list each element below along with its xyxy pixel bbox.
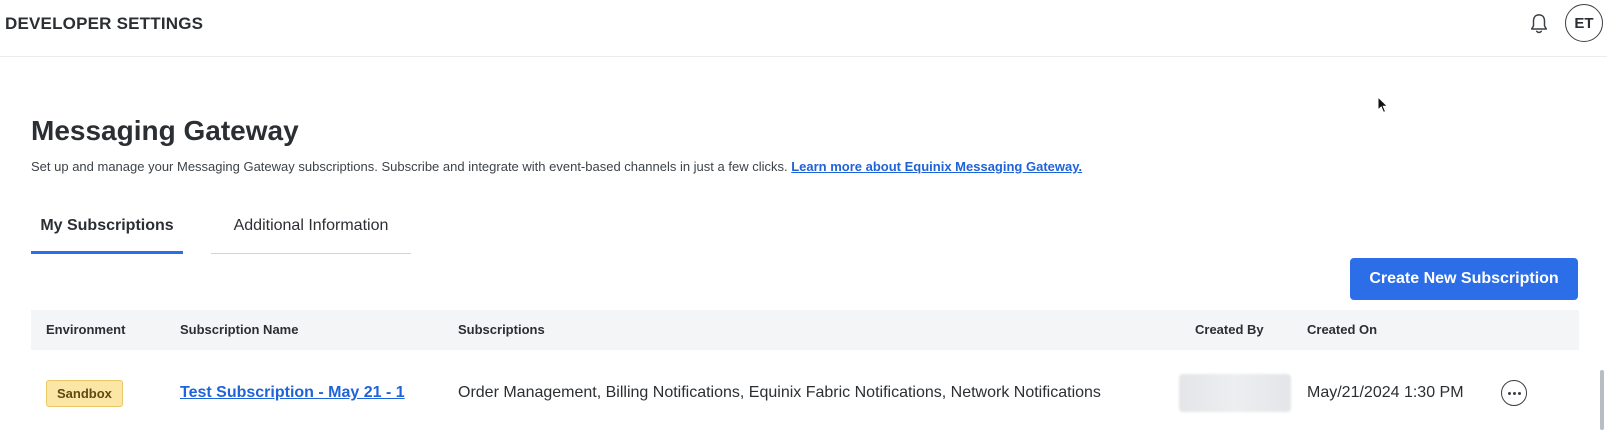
page-description: Set up and manage your Messaging Gateway…	[31, 159, 1082, 174]
column-header-subscriptions[interactable]: Subscriptions	[458, 310, 545, 350]
subscription-name-link[interactable]: Test Subscription - May 21 - 1	[180, 384, 405, 402]
more-horizontal-icon[interactable]	[1501, 380, 1527, 406]
created-by-cell	[1179, 350, 1291, 436]
subscriptions-cell: Order Management, Billing Notifications,…	[458, 384, 1101, 401]
environment-badge: Sandbox	[46, 379, 123, 407]
user-avatar[interactable]: ET	[1565, 4, 1603, 42]
vertical-scrollbar[interactable]	[1600, 370, 1604, 430]
table-header-row: Environment Subscription Name Subscripti…	[31, 310, 1579, 350]
learn-more-link[interactable]: Learn more about Equinix Messaging Gatew…	[791, 159, 1082, 174]
top-bar: DEVELOPER SETTINGS ET	[0, 0, 1607, 57]
row-actions-cell	[1501, 350, 1527, 436]
column-header-environment[interactable]: Environment	[46, 310, 125, 350]
bell-icon[interactable]	[1528, 12, 1550, 36]
subscriptions-table: Environment Subscription Name Subscripti…	[31, 310, 1579, 436]
tab-my-subscriptions[interactable]: My Subscriptions	[31, 208, 183, 254]
app-title: DEVELOPER SETTINGS	[5, 14, 204, 33]
created-on-cell: May/21/2024 1:30 PM	[1307, 384, 1464, 401]
column-header-created-on[interactable]: Created On	[1307, 310, 1377, 350]
tab-additional-information[interactable]: Additional Information	[211, 208, 411, 254]
table-row: Sandbox Test Subscription - May 21 - 1 O…	[31, 350, 1579, 436]
mouse-cursor-icon	[1377, 96, 1389, 114]
page-description-text: Set up and manage your Messaging Gateway…	[31, 159, 788, 174]
column-header-created-by[interactable]: Created By	[1195, 310, 1264, 350]
column-header-subscription-name[interactable]: Subscription Name	[180, 310, 298, 350]
environment-cell: Sandbox	[46, 350, 123, 436]
subscription-name-cell: Test Subscription - May 21 - 1	[180, 350, 405, 436]
created-by-redacted	[1179, 374, 1291, 412]
page-title: Messaging Gateway	[31, 115, 299, 146]
tab-bar: My Subscriptions Additional Information	[31, 208, 411, 254]
create-new-subscription-button[interactable]: Create New Subscription	[1350, 258, 1578, 300]
